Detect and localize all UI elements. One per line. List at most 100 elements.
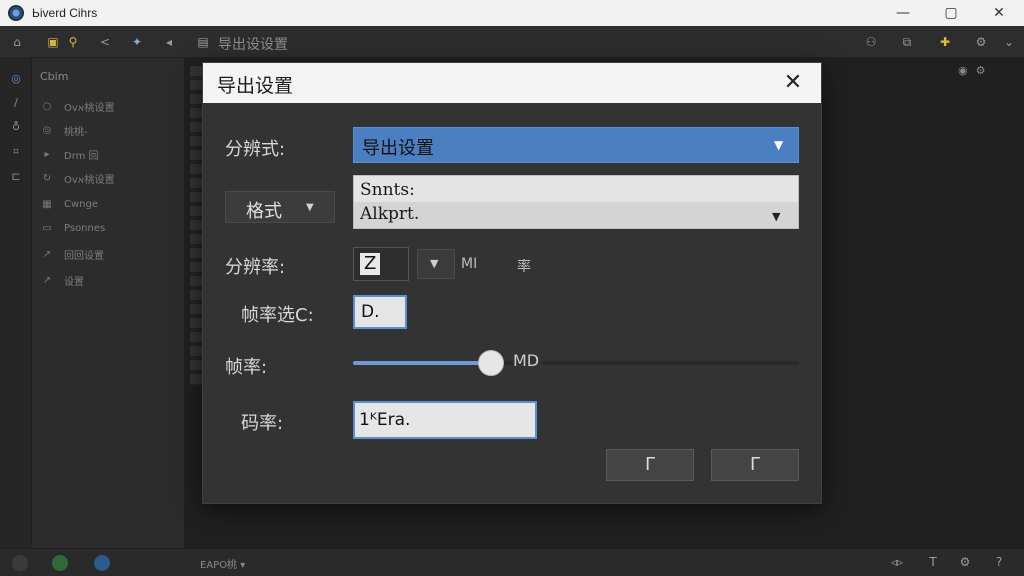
puzzle-icon[interactable]: ✦ — [128, 33, 146, 51]
bitrate-value: 1ᴷEra. — [359, 410, 411, 430]
text-icon[interactable]: T — [924, 555, 942, 571]
chevron-down-icon: ▼ — [306, 202, 314, 213]
eye-icon[interactable]: ◉ — [958, 64, 968, 77]
panel-header: Cbim — [40, 70, 69, 83]
app-title: Ьiverd Cihrs — [32, 6, 98, 20]
panel-item[interactable]: ▭ Psonnes — [40, 218, 105, 238]
layer-icon[interactable]: ⊏ — [8, 168, 24, 184]
ratio-value: Z — [360, 253, 381, 275]
panel-item-label: 桃桃- — [64, 126, 88, 138]
plugin-icon[interactable]: ✚ — [936, 33, 954, 51]
preset-select[interactable]: Snnts: Alkprt. ▼ — [353, 175, 799, 229]
panel-item-label: Psonnes — [64, 222, 106, 234]
refresh-icon: ↻ — [42, 172, 52, 184]
crop-icon[interactable]: ⌗ — [8, 144, 24, 160]
panel-item-label: Cwnge — [64, 198, 98, 210]
panel-item[interactable]: ↻ Ovא桃设置 — [40, 168, 115, 188]
frame-rate-option-input[interactable]: D. — [353, 295, 407, 329]
dialog-close-button[interactable]: ✕ — [779, 69, 807, 97]
resolution-select[interactable]: 导出设置 ▼ — [353, 127, 799, 163]
panel-item-label: 设置 — [64, 276, 84, 288]
preset-option: Alkprt. — [360, 204, 420, 224]
maximize-button[interactable]: ▢ — [928, 0, 974, 26]
export-settings-dialog: 导出设置 ✕ 分辨式: 导出设置 ▼ 格式 ▼ Snnts: Alkprt. ▼… — [202, 62, 822, 504]
left-rail: ◎ ∕ ♁ ⌗ ⊏ — [0, 58, 32, 548]
ratio-label: 分辨率: — [225, 257, 286, 278]
viewer-controls: ◉ ⚙ — [958, 64, 985, 77]
help-icon[interactable]: ? — [990, 555, 1008, 571]
skip-icon[interactable]: ◃▹ — [888, 555, 906, 571]
page-icon: ▭ — [42, 222, 52, 234]
render-icon[interactable] — [52, 555, 68, 571]
panel-item[interactable]: ◎ 桃桃- — [40, 120, 88, 140]
frame-rate-option-value: D. — [361, 302, 380, 322]
chevron-down-icon: ▼ — [772, 210, 781, 223]
app-logo-icon — [8, 5, 24, 21]
grid-icon: ▦ — [42, 198, 52, 210]
send-icon[interactable]: ◂ — [160, 33, 178, 51]
format-dropdown[interactable]: 格式 ▼ — [225, 191, 335, 223]
ratio-unit: MΙ — [461, 256, 478, 272]
ok-button[interactable]: Γ — [606, 449, 694, 481]
media-icon[interactable]: ◎ — [8, 70, 24, 86]
search-icon[interactable]: ⚲ — [64, 33, 82, 51]
panel-item[interactable]: ○ Ovא桃设置 — [40, 96, 115, 116]
preset-selected-row[interactable]: Alkprt. ▼ — [354, 202, 798, 228]
arrow-icon: ↗ — [42, 248, 52, 260]
panel-item-label: Ovא桃设置 — [64, 174, 115, 186]
settings-icon[interactable]: ⚙ — [972, 33, 990, 51]
project-panel: Cbim ○ Ovא桃设置 ◎ 桃桃- ▸ Drm 回 ↻ Ovא桃设置 ▦ Cwnge … — [32, 58, 184, 548]
effects-icon[interactable]: ♁ — [8, 118, 24, 134]
frame-rate-slider[interactable]: MD — [353, 349, 799, 377]
brush-icon[interactable]: ∕ — [8, 94, 24, 110]
share-icon[interactable]: < — [96, 33, 114, 51]
dialog-title: 导出设置 — [217, 75, 294, 97]
bitrate-input[interactable]: 1ᴷEra. — [353, 401, 537, 439]
frame-rate-readout: MD — [513, 351, 544, 370]
panel-item[interactable]: ↗ 回回设置 — [40, 244, 104, 264]
users-icon[interactable]: ⚇ — [862, 33, 880, 51]
settings-icon[interactable]: ⚙ — [976, 64, 986, 77]
circle-icon: ○ — [42, 100, 52, 112]
format-label: 格式 — [246, 201, 282, 222]
eye-icon: ◎ — [42, 124, 52, 136]
home-icon[interactable]: ⌂ — [8, 33, 26, 51]
panel-item-label: Ovא桃设置 — [64, 102, 115, 114]
timecode-display[interactable]: EAPO桃 ▾ — [200, 556, 245, 571]
film-strip — [190, 66, 202, 386]
panel-item-label: Drm 回 — [64, 150, 99, 162]
gear-icon[interactable] — [12, 555, 28, 571]
copy-icon[interactable]: ⧉ — [898, 33, 916, 51]
settings-icon[interactable]: ⚙ — [956, 555, 974, 571]
resolution-label: 分辨式: — [225, 139, 286, 160]
play-icon: ▸ — [44, 148, 50, 160]
slider-fill — [353, 361, 492, 365]
window-titlebar: Ьiverd Cihrs — ▢ ✕ — [0, 0, 1024, 26]
arrow-icon: ↗ — [42, 274, 52, 286]
document-icon[interactable]: ▤ — [194, 33, 212, 51]
chevron-down-icon: ▼ — [774, 138, 784, 152]
expand-icon[interactable]: ⌄ — [1000, 33, 1018, 51]
cancel-button[interactable]: Γ — [711, 449, 799, 481]
toolbar-label: 导出设设置 — [218, 37, 288, 53]
ratio-suffix: 率 — [517, 259, 531, 275]
ratio-dropdown[interactable]: ▼ — [417, 249, 455, 279]
main-toolbar: ⌂ ▣ ⚲ < ✦ ◂ ▤ 导出设设置 ⚇ ⧉ ✚ ⚙ ⌄ — [0, 26, 1024, 58]
slider-thumb[interactable] — [478, 350, 505, 376]
status-bar: EAPO桃 ▾ ◃▹ T ⚙ ? — [0, 548, 1024, 576]
bitrate-label: 码率: — [241, 413, 284, 434]
panel-item[interactable]: ↗ 设置 — [40, 270, 84, 290]
frame-rate-option-label: 帧率选C: — [241, 305, 314, 326]
folder-icon[interactable]: ▣ — [44, 33, 62, 51]
dialog-titlebar: 导出设置 ✕ — [203, 63, 821, 103]
panel-item[interactable]: ▸ Drm 回 — [40, 144, 99, 164]
chevron-down-icon: ▼ — [430, 257, 439, 270]
panel-item-label: 回回设置 — [64, 250, 104, 262]
preset-option[interactable]: Snnts: — [360, 180, 415, 200]
close-window-button[interactable]: ✕ — [976, 0, 1022, 26]
resolution-value: 导出设置 — [362, 138, 434, 159]
cloud-icon[interactable] — [94, 555, 110, 571]
panel-item[interactable]: ▦ Cwnge — [40, 194, 98, 214]
ratio-input[interactable]: Z — [353, 247, 409, 281]
minimize-button[interactable]: — — [880, 0, 926, 26]
